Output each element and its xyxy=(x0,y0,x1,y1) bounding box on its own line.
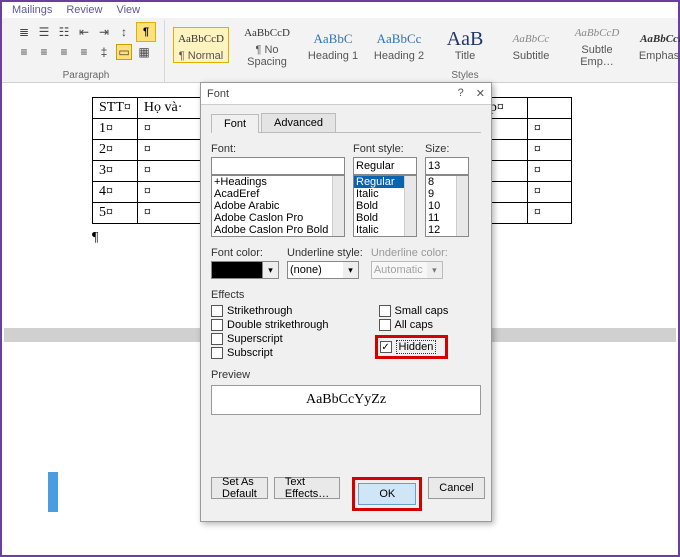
group-label-styles: Styles xyxy=(165,70,680,81)
align-center-icon[interactable]: ≡ xyxy=(36,44,52,60)
ok-button[interactable]: OK xyxy=(358,483,416,505)
checkbox-strikethrough[interactable]: Strikethrough xyxy=(211,305,329,317)
dialog-titlebar: Font ? ✕ xyxy=(201,83,491,105)
checkbox-smallcaps[interactable]: Small caps xyxy=(379,305,449,317)
show-marks-button[interactable]: ¶ xyxy=(136,22,156,42)
ribbon-tab-view[interactable]: View xyxy=(116,4,140,16)
underlinecolor-label: Underline color: xyxy=(371,247,448,259)
align-right-icon[interactable]: ≡ xyxy=(56,44,72,60)
underline-combo[interactable]: ▾ xyxy=(287,261,363,279)
font-input[interactable] xyxy=(211,157,345,175)
bullets-icon[interactable]: ≣ xyxy=(16,24,32,40)
ribbon-group-styles: AaBbCcD ¶ Normal AaBbCcD ¶ No Spacing Aa… xyxy=(165,20,680,82)
align-justify-icon[interactable]: ≡ xyxy=(76,44,92,60)
align-left-icon[interactable]: ≡ xyxy=(16,44,32,60)
style-emphasis[interactable]: AaBbCcD Emphasis xyxy=(635,28,680,62)
tab-font[interactable]: Font xyxy=(211,114,259,133)
style-h2[interactable]: AaBbCc Heading 2 xyxy=(371,28,427,62)
preview-label: Preview xyxy=(211,369,481,381)
table-header-stt[interactable]: STT¤ xyxy=(93,98,138,119)
font-dialog: Font ? ✕ Font Advanced Font: +Headings A… xyxy=(200,82,492,522)
fontstyle-label: Font style: xyxy=(353,143,417,155)
size-label: Size: xyxy=(425,143,469,155)
numbering-icon[interactable]: ☰ xyxy=(36,24,52,40)
chevron-down-icon[interactable]: ▾ xyxy=(263,261,279,279)
ribbon-tab-review[interactable]: Review xyxy=(66,4,102,16)
table-header-extra[interactable] xyxy=(527,98,571,119)
close-icon[interactable]: ✕ xyxy=(476,87,485,100)
indent-inc-icon[interactable]: ⇥ xyxy=(96,24,112,40)
ribbon-group-paragraph: ≣ ☰ ☷ ⇤ ⇥ ↕ ¶ ≡ ≡ ≡ ≡ ‡ ▭ ▦ Paragraph xyxy=(8,20,165,82)
checkbox-subscript[interactable]: Subscript xyxy=(211,347,329,359)
underline-label: Underline style: xyxy=(287,247,363,259)
indent-dec-icon[interactable]: ⇤ xyxy=(76,24,92,40)
font-label: Font: xyxy=(211,143,345,155)
tab-advanced[interactable]: Advanced xyxy=(261,113,336,132)
sort-icon[interactable]: ↕ xyxy=(116,24,132,40)
shading-icon[interactable]: ▭ xyxy=(116,44,132,60)
fontcolor-combo[interactable]: ▾ xyxy=(211,261,279,279)
hidden-highlight: ✓Hidden xyxy=(375,335,449,359)
line-spacing-icon[interactable]: ‡ xyxy=(96,44,112,60)
fontstyle-listbox[interactable]: Regular Italic Bold Bold Italic xyxy=(353,175,417,237)
set-default-button[interactable]: Set As Default xyxy=(211,477,268,499)
checkbox-hidden[interactable]: ✓Hidden xyxy=(380,340,440,354)
style-normal[interactable]: AaBbCcD ¶ Normal xyxy=(173,27,229,63)
help-icon[interactable]: ? xyxy=(458,87,464,100)
chevron-down-icon: ▾ xyxy=(427,261,443,279)
underlinecolor-combo: ▾ xyxy=(371,261,448,279)
checkbox-allcaps[interactable]: All caps xyxy=(379,319,449,331)
style-subtitle[interactable]: AaBbCc Subtitle xyxy=(503,28,559,62)
chevron-down-icon[interactable]: ▾ xyxy=(343,261,359,279)
effects-label: Effects xyxy=(211,289,481,301)
fontcolor-swatch xyxy=(211,261,263,279)
preview-box: AaBbCcYyZz xyxy=(211,385,481,415)
style-title[interactable]: AaB Title xyxy=(437,28,493,62)
font-listbox[interactable]: +Headings AcadEref Adobe Arabic Adobe Ca… xyxy=(211,175,345,237)
group-label-paragraph: Paragraph xyxy=(8,70,164,81)
cancel-button[interactable]: Cancel xyxy=(428,477,484,499)
size-input[interactable] xyxy=(425,157,469,175)
ribbon: ≣ ☰ ☷ ⇤ ⇥ ↕ ¶ ≡ ≡ ≡ ≡ ‡ ▭ ▦ Paragraph A xyxy=(2,18,678,83)
style-subtle[interactable]: AaBbCcD Subtle Emp… xyxy=(569,22,625,68)
dialog-title: Font xyxy=(207,88,458,100)
multilevel-icon[interactable]: ☷ xyxy=(56,24,72,40)
borders-icon[interactable]: ▦ xyxy=(136,44,152,60)
style-h1[interactable]: AaBbC Heading 1 xyxy=(305,28,361,62)
checkbox-double-strikethrough[interactable]: Double strikethrough xyxy=(211,319,329,331)
fontstyle-input[interactable] xyxy=(353,157,417,175)
page-position-indicator xyxy=(48,472,58,512)
ok-highlight: OK xyxy=(352,477,422,511)
checkbox-superscript[interactable]: Superscript xyxy=(211,333,329,345)
size-listbox[interactable]: 8 9 10 11 12 xyxy=(425,175,469,237)
text-effects-button[interactable]: Text Effects… xyxy=(274,477,340,499)
ribbon-tab-mailings[interactable]: Mailings xyxy=(12,4,52,16)
fontcolor-label: Font color: xyxy=(211,247,279,259)
style-nospacing[interactable]: AaBbCcD ¶ No Spacing xyxy=(239,22,295,68)
